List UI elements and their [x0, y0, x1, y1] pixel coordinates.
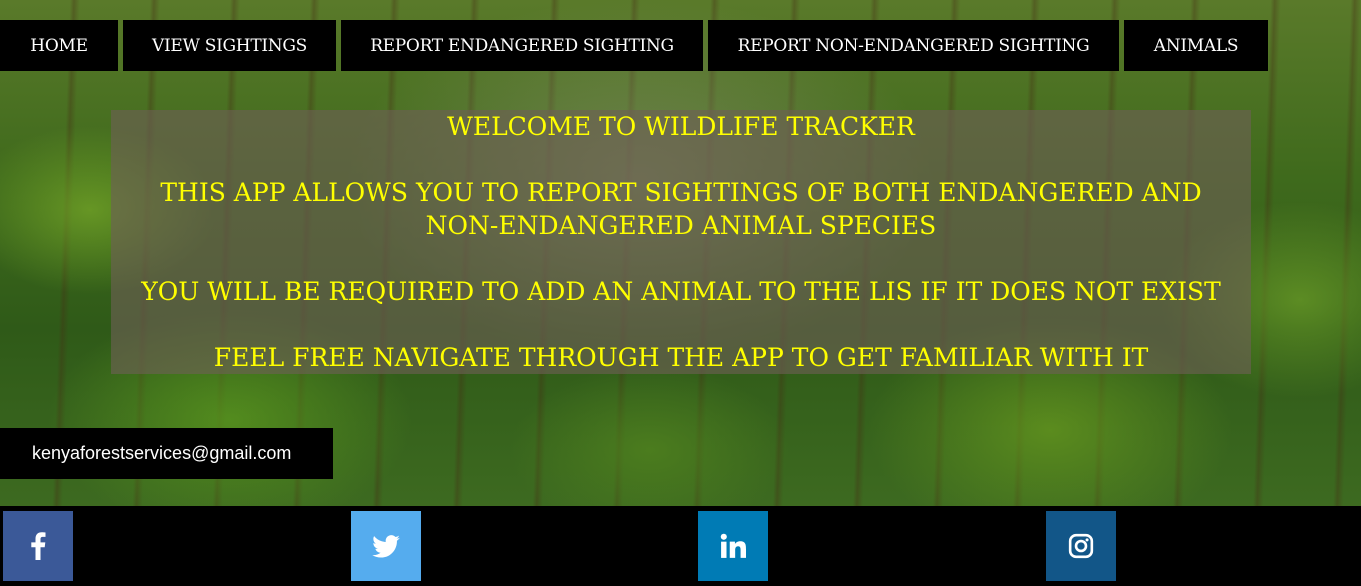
twitter-button[interactable] [351, 511, 421, 581]
welcome-panel: WELCOME TO WILDLIFE TRACKER THIS APP ALL… [111, 110, 1251, 374]
nav-view-sightings-link[interactable]: VIEW SIGHTINGS [123, 20, 336, 71]
linkedin-button[interactable] [698, 511, 768, 581]
nav-animals-link[interactable]: ANIMALS [1124, 20, 1268, 71]
nav-report-non-endangered-link[interactable]: REPORT NON-ENDANGERED SIGHTING [708, 20, 1119, 71]
linkedin-icon [720, 533, 746, 558]
facebook-button[interactable] [3, 511, 73, 581]
social-footer [0, 506, 1361, 586]
welcome-navigation-tip: FEEL FREE NAVIGATE THROUGH THE APP TO GE… [213, 343, 1149, 372]
welcome-instruction: YOU WILL BE REQUIRED TO ADD AN ANIMAL TO… [141, 277, 1221, 306]
nav-report-endangered-link[interactable]: REPORT ENDANGERED SIGHTING [341, 20, 703, 71]
contact-email-text: kenyaforestservices@gmail.com [32, 443, 292, 463]
facebook-icon [31, 532, 46, 560]
welcome-title: WELCOME TO WILDLIFE TRACKER [447, 112, 915, 141]
nav-home-link[interactable]: HOME [0, 20, 118, 71]
welcome-description: THIS APP ALLOWS YOU TO REPORT SIGHTINGS … [160, 178, 1202, 240]
instagram-icon [1068, 533, 1094, 559]
main-navbar: HOME VIEW SIGHTINGS REPORT ENDANGERED SI… [0, 20, 1268, 71]
twitter-icon [372, 534, 400, 558]
instagram-button[interactable] [1046, 511, 1116, 581]
contact-email: kenyaforestservices@gmail.com [0, 428, 333, 479]
